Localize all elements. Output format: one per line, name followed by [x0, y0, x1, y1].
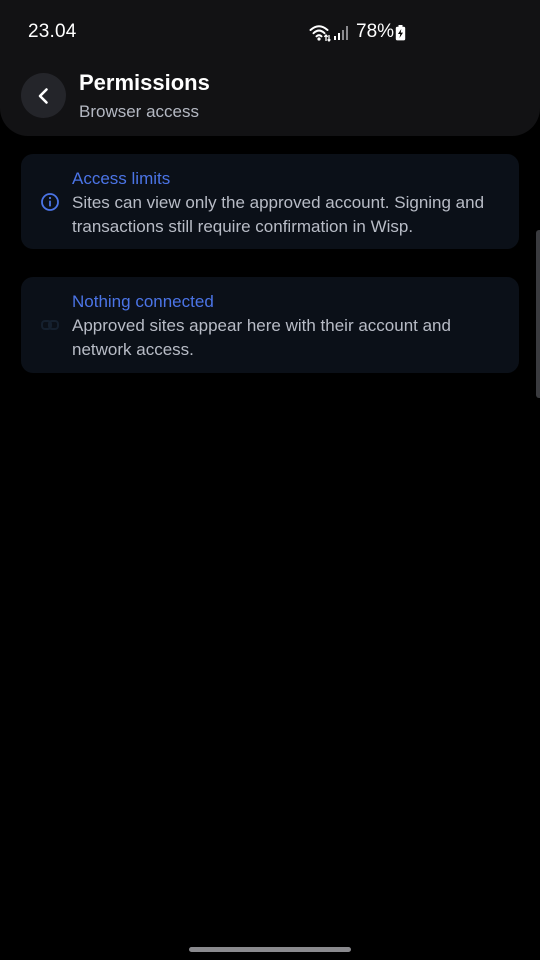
page-subtitle: Browser access — [79, 102, 199, 121]
link-icon — [41, 320, 59, 330]
page-title: Permissions — [79, 70, 210, 95]
nothing-connected-card: Nothing connected Approved sites appear … — [21, 277, 519, 373]
back-button[interactable] — [21, 73, 66, 118]
wifi-icon — [309, 25, 331, 42]
screen: Permissions Browser access 23.04 78% Acc… — [0, 0, 540, 960]
info-icon — [41, 193, 59, 211]
card-body: Sites can view only the approved account… — [72, 193, 485, 236]
cell-signal-icon — [334, 26, 348, 40]
scroll-indicator[interactable] — [536, 230, 540, 398]
battery-charging-icon — [395, 25, 406, 41]
chevron-left-icon — [38, 87, 48, 104]
home-indicator[interactable] — [189, 947, 351, 952]
card-body: Approved sites appear here with their ac… — [72, 316, 451, 359]
card-title: Nothing connected — [72, 292, 214, 311]
card-title: Access limits — [72, 169, 171, 188]
access-limits-card: Access limits Sites can view only the ap… — [21, 154, 519, 249]
battery-percent: 78% — [356, 21, 395, 42]
status-bar: 23.04 78% — [0, 0, 540, 60]
status-time: 23.04 — [28, 21, 77, 42]
